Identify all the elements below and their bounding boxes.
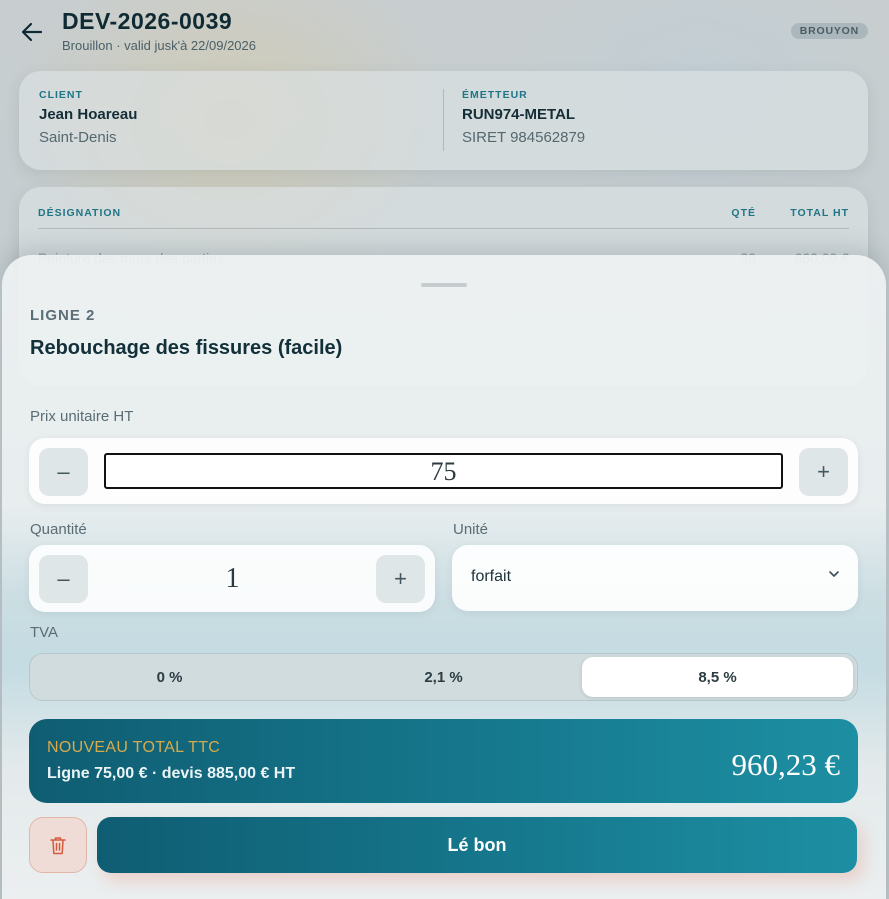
sheet-drag-handle[interactable]: [421, 283, 467, 287]
unit-selected-value: forfait: [471, 568, 512, 585]
column-header-qty: QTÉ: [731, 207, 756, 219]
issuer-siret: SIRET 984562879: [462, 129, 586, 146]
client-block: CLIENT Jean Hoareau Saint-Denis: [39, 89, 137, 146]
quantity-label: Quantité: [30, 521, 87, 538]
total-summary-card: NOUVEAU TOTAL TTC Ligne 75,00 € · devis …: [29, 719, 858, 803]
price-increment-button[interactable]: +: [799, 448, 848, 496]
issuer-label: ÉMETTEUR: [462, 89, 528, 101]
client-label: CLIENT: [39, 89, 83, 101]
quantity-decrement-button[interactable]: –: [39, 555, 88, 603]
quantity-value[interactable]: 1: [99, 557, 366, 601]
tva-label: TVA: [30, 624, 59, 641]
column-header-designation: DÉSIGNATION: [38, 207, 122, 219]
page-title: DEV-2026-0039: [62, 8, 233, 34]
total-ttc-value: 960,23 €: [731, 747, 841, 782]
delete-line-button[interactable]: [29, 817, 87, 873]
status-badge: BROUYON: [790, 23, 868, 39]
line-number: LIGNE 2: [30, 307, 96, 324]
back-button[interactable]: [18, 18, 46, 46]
issuer-name: RUN974-METAL: [462, 106, 576, 123]
unit-label: Unité: [453, 521, 489, 538]
total-kicker: NOUVEAU TOTAL TTC: [47, 739, 221, 756]
arrow-left-icon: [22, 23, 42, 41]
page-subtitle: Brouillon · valid jusk'à 22/09/2026: [62, 38, 256, 53]
price-input[interactable]: [104, 453, 783, 489]
client-name: Jean Hoareau: [39, 106, 138, 123]
price-decrement-button[interactable]: –: [39, 448, 88, 496]
tva-option-8-5-selected[interactable]: 8,5 %: [582, 657, 853, 697]
line-title: Rebouchage des fissures (facile): [30, 337, 343, 359]
client-city: Saint-Denis: [39, 129, 117, 146]
tva-option-0[interactable]: 0 %: [34, 657, 305, 697]
quantity-stepper: – 1 +: [29, 545, 435, 612]
parties-divider: [443, 89, 444, 151]
quantity-increment-button[interactable]: +: [376, 555, 425, 603]
parties-card: CLIENT Jean Hoareau Saint-Denis ÉMETTEUR…: [19, 71, 868, 170]
table-header-divider: [38, 228, 849, 229]
confirm-button[interactable]: Lé bon: [97, 817, 857, 873]
tva-option-2-1[interactable]: 2,1 %: [308, 657, 579, 697]
price-stepper: – +: [29, 438, 858, 504]
price-label: Prix unitaire HT: [30, 408, 134, 425]
unit-select[interactable]: forfait: [452, 545, 858, 611]
trash-icon: [50, 836, 66, 854]
edit-line-sheet: LIGNE 2 Rebouchage des fissures (facile)…: [2, 255, 886, 899]
chevron-down-icon: [829, 571, 839, 577]
tva-segmented-control: 0 % 2,1 % 8,5 %: [29, 653, 858, 701]
issuer-block: ÉMETTEUR RUN974-METAL SIRET 984562879: [462, 89, 585, 146]
column-header-total: TOTAL HT: [790, 207, 849, 219]
total-detail: Ligne 75,00 € · devis 885,00 € HT: [47, 765, 296, 782]
